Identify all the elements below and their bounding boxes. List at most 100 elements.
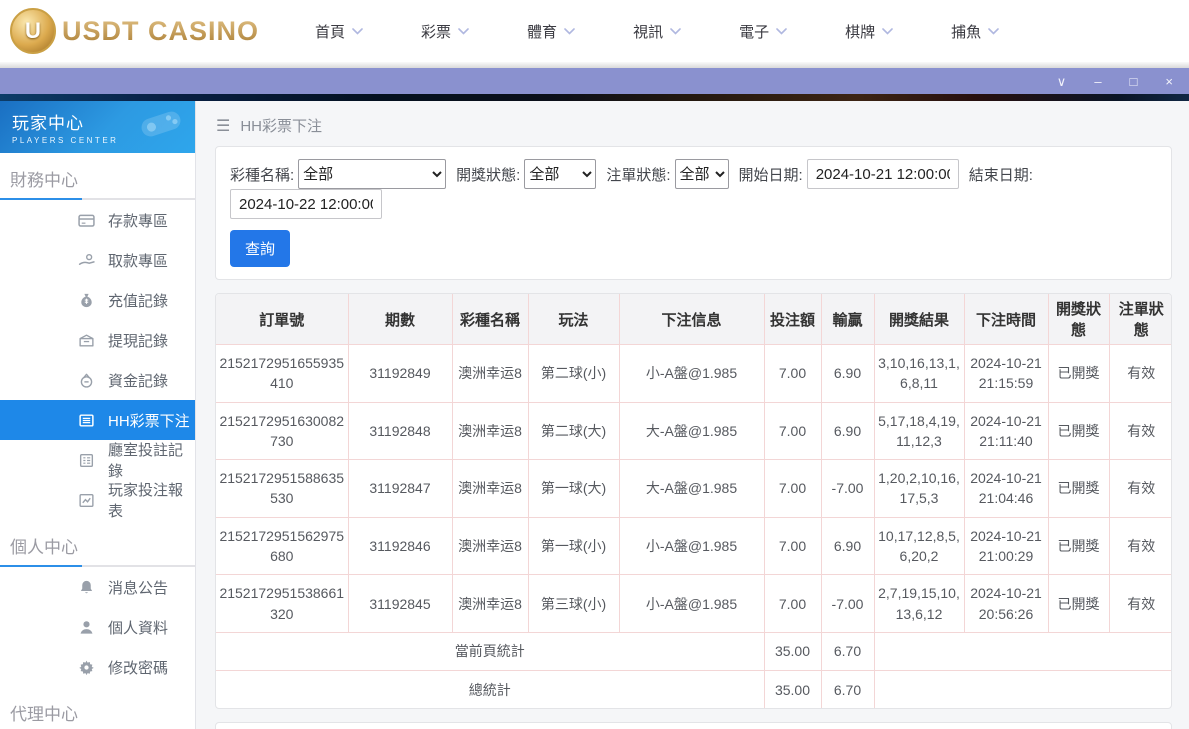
decorative-strip xyxy=(0,94,1189,101)
end-date-input[interactable] xyxy=(230,189,382,219)
table-cell: 7.00 xyxy=(764,402,821,460)
sidebar-item-label: 個人資料 xyxy=(108,617,168,638)
main-panel: ☰ HH彩票下注 彩種名稱: 全部 開獎狀態: 全部 注單狀態: 全部 開始日期… xyxy=(196,101,1189,729)
draw-status-label: 開獎狀態: xyxy=(456,164,520,185)
user-icon xyxy=(78,619,95,636)
nav-item[interactable]: 視訊 xyxy=(633,21,681,42)
table-cell: 6.90 xyxy=(821,345,874,403)
table-cell: 5,17,18,4,19,11,12,3 xyxy=(874,402,964,460)
sidebar-item[interactable]: 充值記錄 xyxy=(0,280,195,320)
column-header: 開獎狀態 xyxy=(1048,294,1109,345)
clipboard-list-icon xyxy=(78,452,95,469)
sidebar-item[interactable]: 修改密碼 xyxy=(0,647,195,687)
column-header: 開獎結果 xyxy=(874,294,964,345)
sidebar-item[interactable]: 玩家投注報表 xyxy=(0,480,195,520)
bell-icon xyxy=(78,579,95,596)
pagination-bar: 每頁顯示20條 共5条 首页 上一页 [1] 下一页 第 页 跳转 xyxy=(215,722,1172,729)
sidebar-item-label: 資金記錄 xyxy=(108,370,168,391)
sidebar-item-label: 取款專區 xyxy=(108,250,168,271)
table-row: 215217295158863553031192847澳洲幸运8第一球(大)大-… xyxy=(216,460,1172,518)
column-header: 下注信息 xyxy=(619,294,764,345)
table-cell: 7.00 xyxy=(764,575,821,633)
filter-panel: 彩種名稱: 全部 開獎狀態: 全部 注單狀態: 全部 開始日期: 結束日期: 查… xyxy=(215,146,1172,280)
table-cell: 有效 xyxy=(1109,517,1172,575)
sidebar-item[interactable]: 存款專區 xyxy=(0,200,195,240)
sidebar-item[interactable]: 個人資料 xyxy=(0,607,195,647)
sidebar-item-label: 修改密碼 xyxy=(108,657,168,678)
coin-letter: U xyxy=(25,18,41,44)
sidebar-item-label: 提現記錄 xyxy=(108,330,168,351)
table-cell: 有效 xyxy=(1109,460,1172,518)
table-cell: 小-A盤@1.985 xyxy=(619,575,764,633)
chevron-down-icon xyxy=(670,28,681,35)
gear-icon xyxy=(78,659,95,676)
sidebar-item[interactable]: 資金記錄 xyxy=(0,360,195,400)
summary-cell: 35.00 xyxy=(764,670,821,708)
table-cell: 10,17,12,8,5,6,20,2 xyxy=(874,517,964,575)
top-header: U USDT CASINO 首頁彩票體育視訊電子棋牌捕魚 xyxy=(0,0,1189,62)
nav-item[interactable]: 彩票 xyxy=(421,21,469,42)
sidebar-item[interactable]: 廳室投註記錄 xyxy=(0,440,195,480)
nav-item-label: 捕魚 xyxy=(951,21,981,42)
table-cell: 有效 xyxy=(1109,402,1172,460)
order-status-label: 注單狀態: xyxy=(606,164,670,185)
sidebar-item[interactable]: HH彩票下注› xyxy=(0,400,195,440)
table-cell: 7.00 xyxy=(764,460,821,518)
card-icon xyxy=(78,212,95,229)
nav-item[interactable]: 棋牌 xyxy=(845,21,893,42)
sidebar-item[interactable]: 消息公告 xyxy=(0,567,195,607)
table-cell: -7.00 xyxy=(821,575,874,633)
sidebar-section-heading: 代理中心 xyxy=(0,687,195,729)
sidebar-item[interactable]: 取款專區 xyxy=(0,240,195,280)
table-cell: 小-A盤@1.985 xyxy=(619,517,764,575)
sidebar-item[interactable]: 提現記錄 xyxy=(0,320,195,360)
search-button[interactable]: 查詢 xyxy=(230,230,290,267)
table-row: 215217295153866132031192845澳洲幸运8第三球(小)小-… xyxy=(216,575,1172,633)
minimize-icon[interactable]: – xyxy=(1094,75,1101,88)
window-titlebar: ∨ – □ × xyxy=(0,68,1189,94)
table-cell: 大-A盤@1.985 xyxy=(619,402,764,460)
table-cell: 已開獎 xyxy=(1048,402,1109,460)
chevron-down-icon[interactable]: ∨ xyxy=(1057,75,1067,88)
nav-item-label: 視訊 xyxy=(633,21,663,42)
table-cell: 大-A盤@1.985 xyxy=(619,460,764,518)
sidebar-item-label: 廳室投註記錄 xyxy=(108,439,195,481)
nav-item[interactable]: 電子 xyxy=(739,21,787,42)
column-header: 投注額 xyxy=(764,294,821,345)
table-cell: 已開獎 xyxy=(1048,345,1109,403)
table-row: 215217295163008273031192848澳洲幸运8第二球(大)大-… xyxy=(216,402,1172,460)
sidebar-header: 玩家中心 PLAYERS CENTER xyxy=(0,101,195,153)
chevron-right-icon: › xyxy=(177,413,181,428)
lottery-name-select[interactable]: 全部 xyxy=(298,159,446,189)
chart-line-icon xyxy=(78,492,95,509)
chevron-down-icon xyxy=(988,28,999,35)
column-header: 期數 xyxy=(348,294,452,345)
close-icon[interactable]: × xyxy=(1165,75,1173,88)
table-cell: 第三球(小) xyxy=(528,575,619,633)
bets-table-card: 訂單號期數彩種名稱玩法下注信息投注額輸贏開獎結果下注時間開獎狀態注單狀態 215… xyxy=(215,293,1172,709)
table-cell: 2152172951588635530 xyxy=(216,460,348,518)
maximize-icon[interactable]: □ xyxy=(1130,75,1138,88)
draw-status-select[interactable]: 全部 xyxy=(524,159,596,189)
sidebar-item-label: 存款專區 xyxy=(108,210,168,231)
start-date-label: 開始日期: xyxy=(739,164,803,185)
nav-item-label: 首頁 xyxy=(315,21,345,42)
table-cell: 31192845 xyxy=(348,575,452,633)
chevron-down-icon xyxy=(882,28,893,35)
nav-item[interactable]: 體育 xyxy=(527,21,575,42)
order-status-select[interactable]: 全部 xyxy=(675,159,729,189)
coin-purse-icon xyxy=(78,372,95,389)
table-cell: 2152172951655935410 xyxy=(216,345,348,403)
nav-item[interactable]: 捕魚 xyxy=(951,21,999,42)
start-date-input[interactable] xyxy=(807,159,959,189)
breadcrumb: ☰ HH彩票下注 xyxy=(196,101,1189,146)
table-cell: -7.00 xyxy=(821,460,874,518)
sidebar-item-label: 充值記錄 xyxy=(108,290,168,311)
nav-item[interactable]: 首頁 xyxy=(315,21,363,42)
table-cell: 澳洲幸运8 xyxy=(452,345,528,403)
column-header: 注單狀態 xyxy=(1109,294,1172,345)
sidebar-section-heading: 個人中心 xyxy=(0,520,195,565)
summary-cell: 6.70 xyxy=(821,632,874,670)
column-header: 訂單號 xyxy=(216,294,348,345)
hamburger-icon[interactable]: ☰ xyxy=(216,116,230,136)
